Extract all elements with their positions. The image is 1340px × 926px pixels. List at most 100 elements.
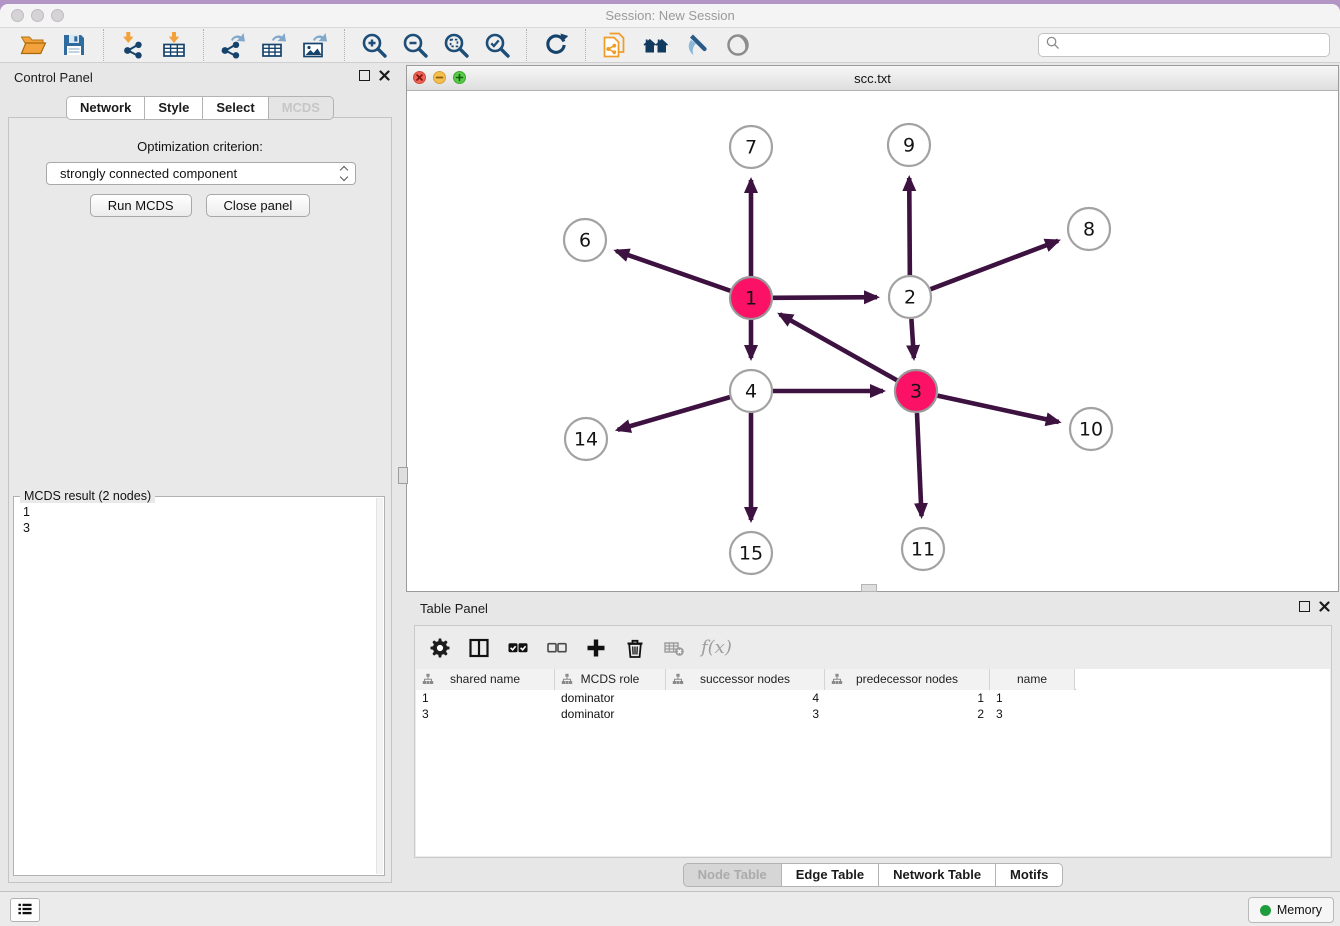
run-mcds-button[interactable]: Run MCDS [90,194,192,217]
column-header-shared-name[interactable]: shared name [416,669,555,690]
export-image-button[interactable] [299,29,331,61]
graph-edge-3-10[interactable] [937,396,1058,422]
column-header-name[interactable]: name [990,669,1075,690]
graph-node-11[interactable]: 11 [902,528,944,570]
tab-mcds[interactable]: MCDS [269,96,334,120]
graph-node-label: 2 [904,287,916,309]
graph-node-9[interactable]: 9 [888,124,930,166]
horizontal-splitter-grip[interactable] [861,584,877,592]
style-preview-icon [683,31,711,59]
table-cell[interactable]: 2 [825,706,990,722]
column-view-icon [468,637,490,659]
column-header-mcds-role[interactable]: MCDS role [555,669,666,690]
column-view-button[interactable] [467,636,491,660]
graph-node-15[interactable]: 15 [730,532,772,574]
network-canvas[interactable]: 7 9 6 8 1 2 4 3 14 10 15 11 [407,91,1338,591]
memory-button[interactable]: Memory [1248,897,1334,923]
import-network-button[interactable] [117,29,149,61]
table-cell[interactable]: dominator [555,690,666,706]
result-scrollbar[interactable] [376,498,383,874]
add-row-button[interactable] [584,636,608,660]
save-session-button[interactable] [58,29,90,61]
tab-style[interactable]: Style [145,96,203,120]
zoom-selected-icon [483,31,511,59]
float-table-panel-icon[interactable] [1299,601,1310,612]
node-table: shared nameMCDS rolesuccessor nodesprede… [416,669,1330,856]
deselect-all-button[interactable] [545,636,569,660]
mcds-result-line: 3 [23,520,375,536]
graph-node-14[interactable]: 14 [565,418,607,460]
delete-table-icon [663,637,685,659]
table-row[interactable]: 3dominator323 [416,706,1330,722]
tab-edge-table[interactable]: Edge Table [782,863,879,887]
table-cell[interactable]: dominator [555,706,666,722]
export-table-button[interactable] [258,29,290,61]
import-network-icon [119,31,147,59]
task-history-button[interactable] [10,898,40,922]
graph-edge-3-11[interactable] [917,413,922,516]
refresh-button[interactable] [540,29,572,61]
zoom-in-button[interactable] [358,29,390,61]
network-document-button[interactable] [599,29,631,61]
graph-node-7[interactable]: 7 [730,126,772,168]
graph-node-4[interactable]: 4 [730,370,772,412]
column-header-predecessor-nodes[interactable]: predecessor nodes [825,669,990,690]
table-cell[interactable]: 1 [416,690,555,706]
delete-table-button[interactable] [662,636,686,660]
graph-edge-4-14[interactable] [618,397,730,430]
table-cell[interactable]: 3 [416,706,555,722]
main-toolbar [0,28,1340,63]
tab-node-table[interactable]: Node Table [683,863,782,887]
zoom-out-button[interactable] [399,29,431,61]
graph-edge-2-3[interactable] [911,319,913,358]
list-icon [16,900,34,921]
close-panel-icon[interactable] [379,70,390,81]
zoom-fit-button[interactable] [440,29,472,61]
table-cell[interactable]: 3 [990,706,1075,722]
tab-select[interactable]: Select [203,96,268,120]
graph-node-1[interactable]: 1 [730,277,772,319]
vertical-splitter-grip[interactable] [398,467,408,484]
graph-node-10[interactable]: 10 [1070,408,1112,450]
table-body: 1dominator4113dominator323 [416,690,1330,722]
criterion-select[interactable]: strongly connected component [46,162,356,185]
table-panel: Table Panel f(x) shared nameMCDS rolesuc… [406,595,1340,891]
gear-button[interactable] [428,636,452,660]
graph-edge-3-1[interactable] [780,314,897,380]
search-box[interactable] [1038,33,1330,57]
table-row[interactable]: 1dominator411 [416,690,1330,706]
graph-edge-1-2[interactable] [773,297,877,298]
table-cell[interactable]: 4 [666,690,825,706]
graph-edge-2-9[interactable] [909,178,910,275]
save-session-icon [60,31,88,59]
close-table-panel-icon[interactable] [1319,601,1330,612]
graph-node-3[interactable]: 3 [895,370,937,412]
graph-edge-2-8[interactable] [931,241,1059,289]
function-builder-button[interactable]: f(x) [701,636,732,660]
open-session-button[interactable] [17,29,49,61]
delete-row-button[interactable] [623,636,647,660]
graph-node-2[interactable]: 2 [889,276,931,318]
tab-motifs[interactable]: Motifs [996,863,1063,887]
zoom-selected-button[interactable] [481,29,513,61]
graph-edge-1-6[interactable] [616,251,730,291]
column-header-successor-nodes[interactable]: successor nodes [666,669,825,690]
select-all-button[interactable] [506,636,530,660]
float-panel-icon[interactable] [359,70,370,81]
table-cell[interactable]: 1 [825,690,990,706]
toolbar-group [103,29,203,61]
graph-node-6[interactable]: 6 [564,219,606,261]
table-cell[interactable]: 1 [990,690,1075,706]
search-input[interactable] [1064,38,1323,53]
style-preview-button[interactable] [681,29,713,61]
network-document-icon [601,31,629,59]
tab-network-table[interactable]: Network Table [879,863,996,887]
tab-network[interactable]: Network [66,96,145,120]
home-button[interactable] [640,29,672,61]
import-table-button[interactable] [158,29,190,61]
eye-button[interactable] [722,29,754,61]
export-network-button[interactable] [217,29,249,61]
table-cell[interactable]: 3 [666,706,825,722]
graph-node-8[interactable]: 8 [1068,208,1110,250]
close-panel-button[interactable]: Close panel [206,194,311,217]
